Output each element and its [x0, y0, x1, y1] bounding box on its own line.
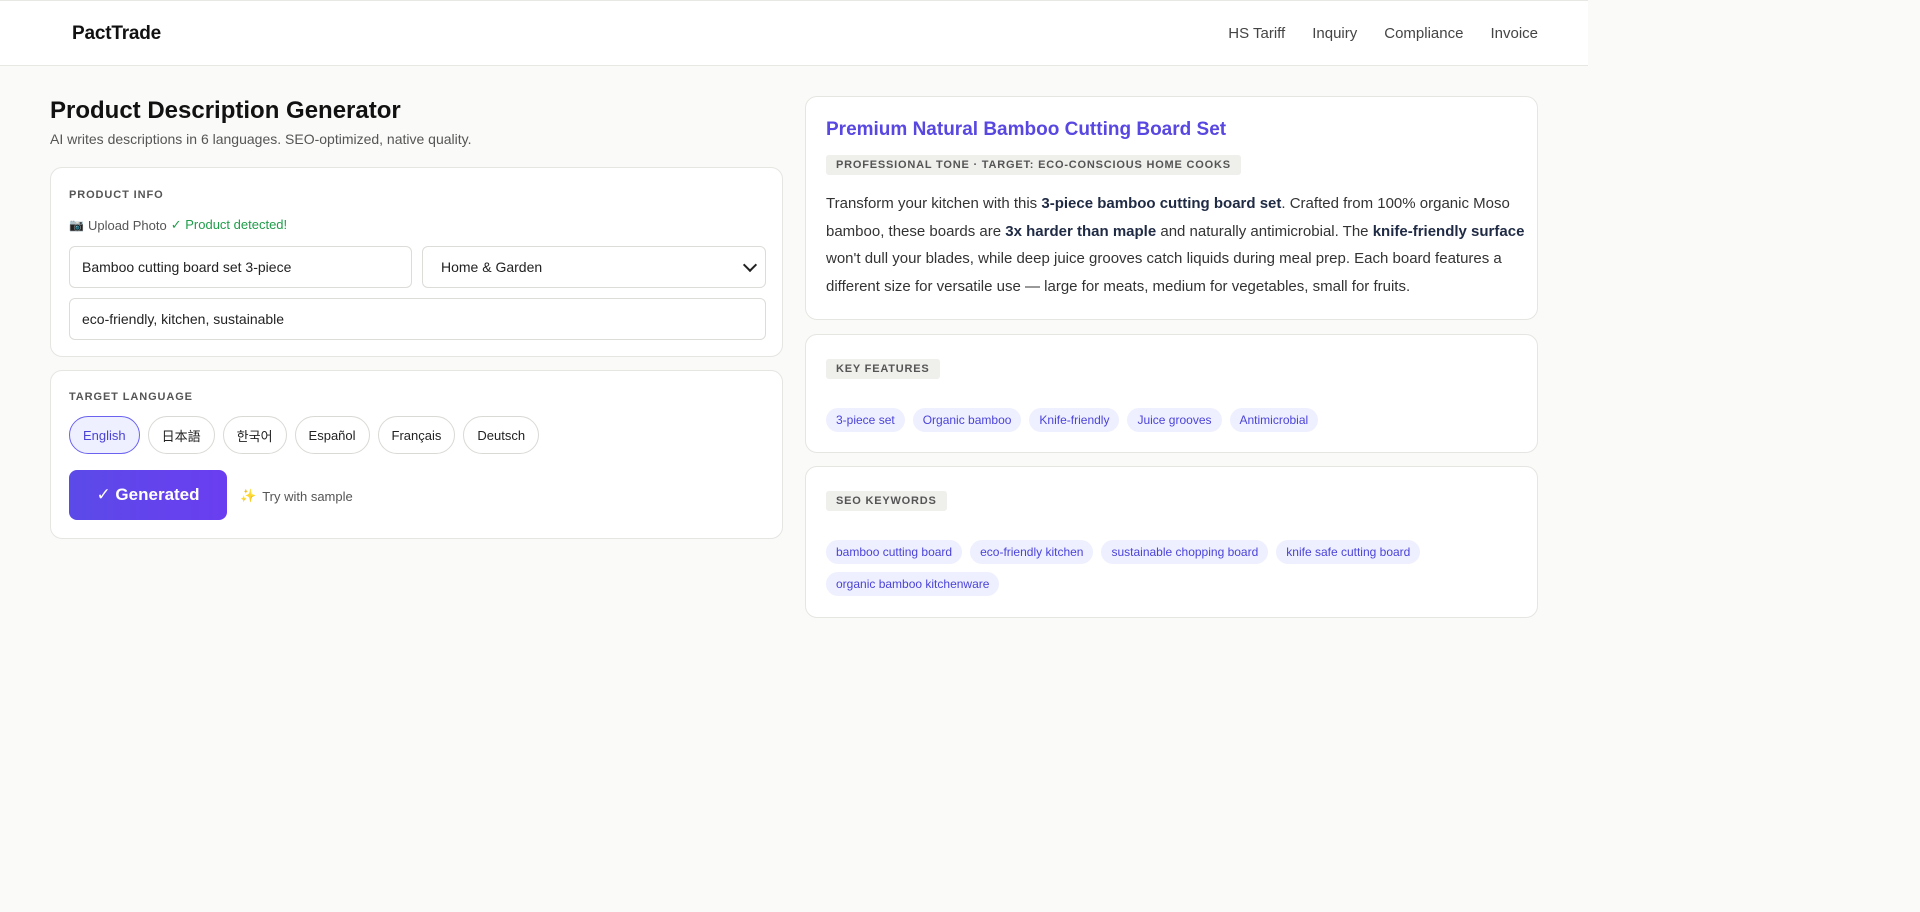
page-subtitle: AI writes descriptions in 6 languages. S…	[50, 131, 472, 147]
nav-invoice[interactable]: Invoice	[1490, 25, 1538, 42]
target-language-label: TARGET LANGUAGE	[69, 391, 193, 403]
desc-text: and naturally antimicrobial. The	[1156, 222, 1373, 240]
keyword-chip: sustainable chopping board	[1101, 540, 1269, 564]
upload-photo-row: 📷 Upload Photo ✓ Product detected!	[69, 217, 287, 233]
key-features-card: KEY FEATURES 3-piece set Organic bamboo …	[805, 334, 1538, 453]
nav-compliance[interactable]: Compliance	[1384, 25, 1463, 42]
product-name-input[interactable]: Bamboo cutting board set 3-piece	[69, 246, 412, 288]
seo-keywords-card: SEO KEYWORDS bamboo cutting board eco-fr…	[805, 466, 1538, 618]
lang-option-english[interactable]: English	[69, 416, 140, 454]
language-options: English 日本語 한국어 Español Français Deutsch	[69, 416, 540, 454]
seo-keywords-label: SEO KEYWORDS	[826, 491, 947, 511]
desc-highlight: 3-piece bamboo cutting board set	[1041, 195, 1282, 212]
try-sample-label: Try with sample	[262, 488, 353, 504]
brand-logo[interactable]: PactTrade	[72, 23, 161, 45]
key-features-label: KEY FEATURES	[826, 359, 940, 379]
keyword-chip: bamboo cutting board	[826, 540, 963, 564]
tone-badge: PROFESSIONAL TONE · TARGET: ECO-CONSCIOU…	[826, 155, 1241, 175]
lang-option-spanish[interactable]: Español	[294, 416, 370, 454]
desc-highlight: knife-friendly surface	[1372, 222, 1525, 240]
key-features-list: 3-piece set Organic bamboo Knife-friendl…	[826, 408, 1526, 432]
feature-chip: Antimicrobial	[1229, 408, 1319, 432]
nav-hs-tariff[interactable]: HS Tariff	[1228, 25, 1285, 42]
desc-highlight: 3x harder than maple	[1005, 222, 1157, 240]
nav-inquiry[interactable]: Inquiry	[1312, 25, 1357, 42]
desc-text: won't dull your blades, while deep juice…	[826, 250, 1502, 295]
lang-option-french[interactable]: Français	[377, 416, 456, 454]
feature-chip: Organic bamboo	[912, 408, 1022, 432]
feature-chip: 3-piece set	[826, 408, 905, 432]
product-detected-status: ✓ Product detected!	[170, 217, 288, 232]
product-title: Premium Natural Bamboo Cutting Board Set	[826, 119, 1227, 140]
generate-button[interactable]: ✓ Generated	[69, 470, 227, 520]
lang-option-german[interactable]: Deutsch	[463, 416, 540, 454]
category-select-value: Home & Garden	[441, 259, 543, 275]
description-result-card: Premium Natural Bamboo Cutting Board Set…	[805, 96, 1538, 320]
keyword-chip: knife safe cutting board	[1276, 540, 1421, 564]
camera-icon: 📷	[69, 218, 84, 232]
keyword-chip: organic bamboo kitchenware	[826, 572, 1000, 596]
seo-keywords-list: bamboo cutting board eco-friendly kitche…	[826, 540, 1526, 596]
product-info-card: PRODUCT INFO 📷 Upload Photo ✓ Product de…	[50, 167, 783, 357]
sparkle-icon: ✨	[240, 488, 257, 503]
page-title: Product Description Generator	[50, 97, 401, 124]
try-sample-link[interactable]: ✨ Try with sample	[240, 488, 353, 504]
feature-chip: Juice grooves	[1127, 408, 1222, 432]
lang-option-korean[interactable]: 한국어	[222, 416, 287, 454]
desc-text: Transform your kitchen with this	[826, 195, 1042, 212]
product-info-label: PRODUCT INFO	[69, 189, 164, 201]
product-description: Transform your kitchen with this 3-piece…	[826, 190, 1526, 300]
keyword-chip: eco-friendly kitchen	[970, 540, 1094, 564]
feature-chip: Knife-friendly	[1029, 408, 1120, 432]
top-navbar: PactTrade HS Tariff Inquiry Compliance I…	[0, 0, 1588, 66]
upload-photo-button[interactable]: Upload Photo	[88, 218, 167, 233]
category-select[interactable]: Home & Garden	[422, 246, 766, 288]
main-nav: HS Tariff Inquiry Compliance Invoice	[1228, 25, 1538, 42]
keywords-input[interactable]: eco-friendly, kitchen, sustainable	[69, 298, 766, 340]
target-language-card: TARGET LANGUAGE English 日本語 한국어 Español …	[50, 370, 783, 539]
chevron-down-icon	[742, 257, 758, 272]
lang-option-japanese[interactable]: 日本語	[147, 416, 215, 454]
